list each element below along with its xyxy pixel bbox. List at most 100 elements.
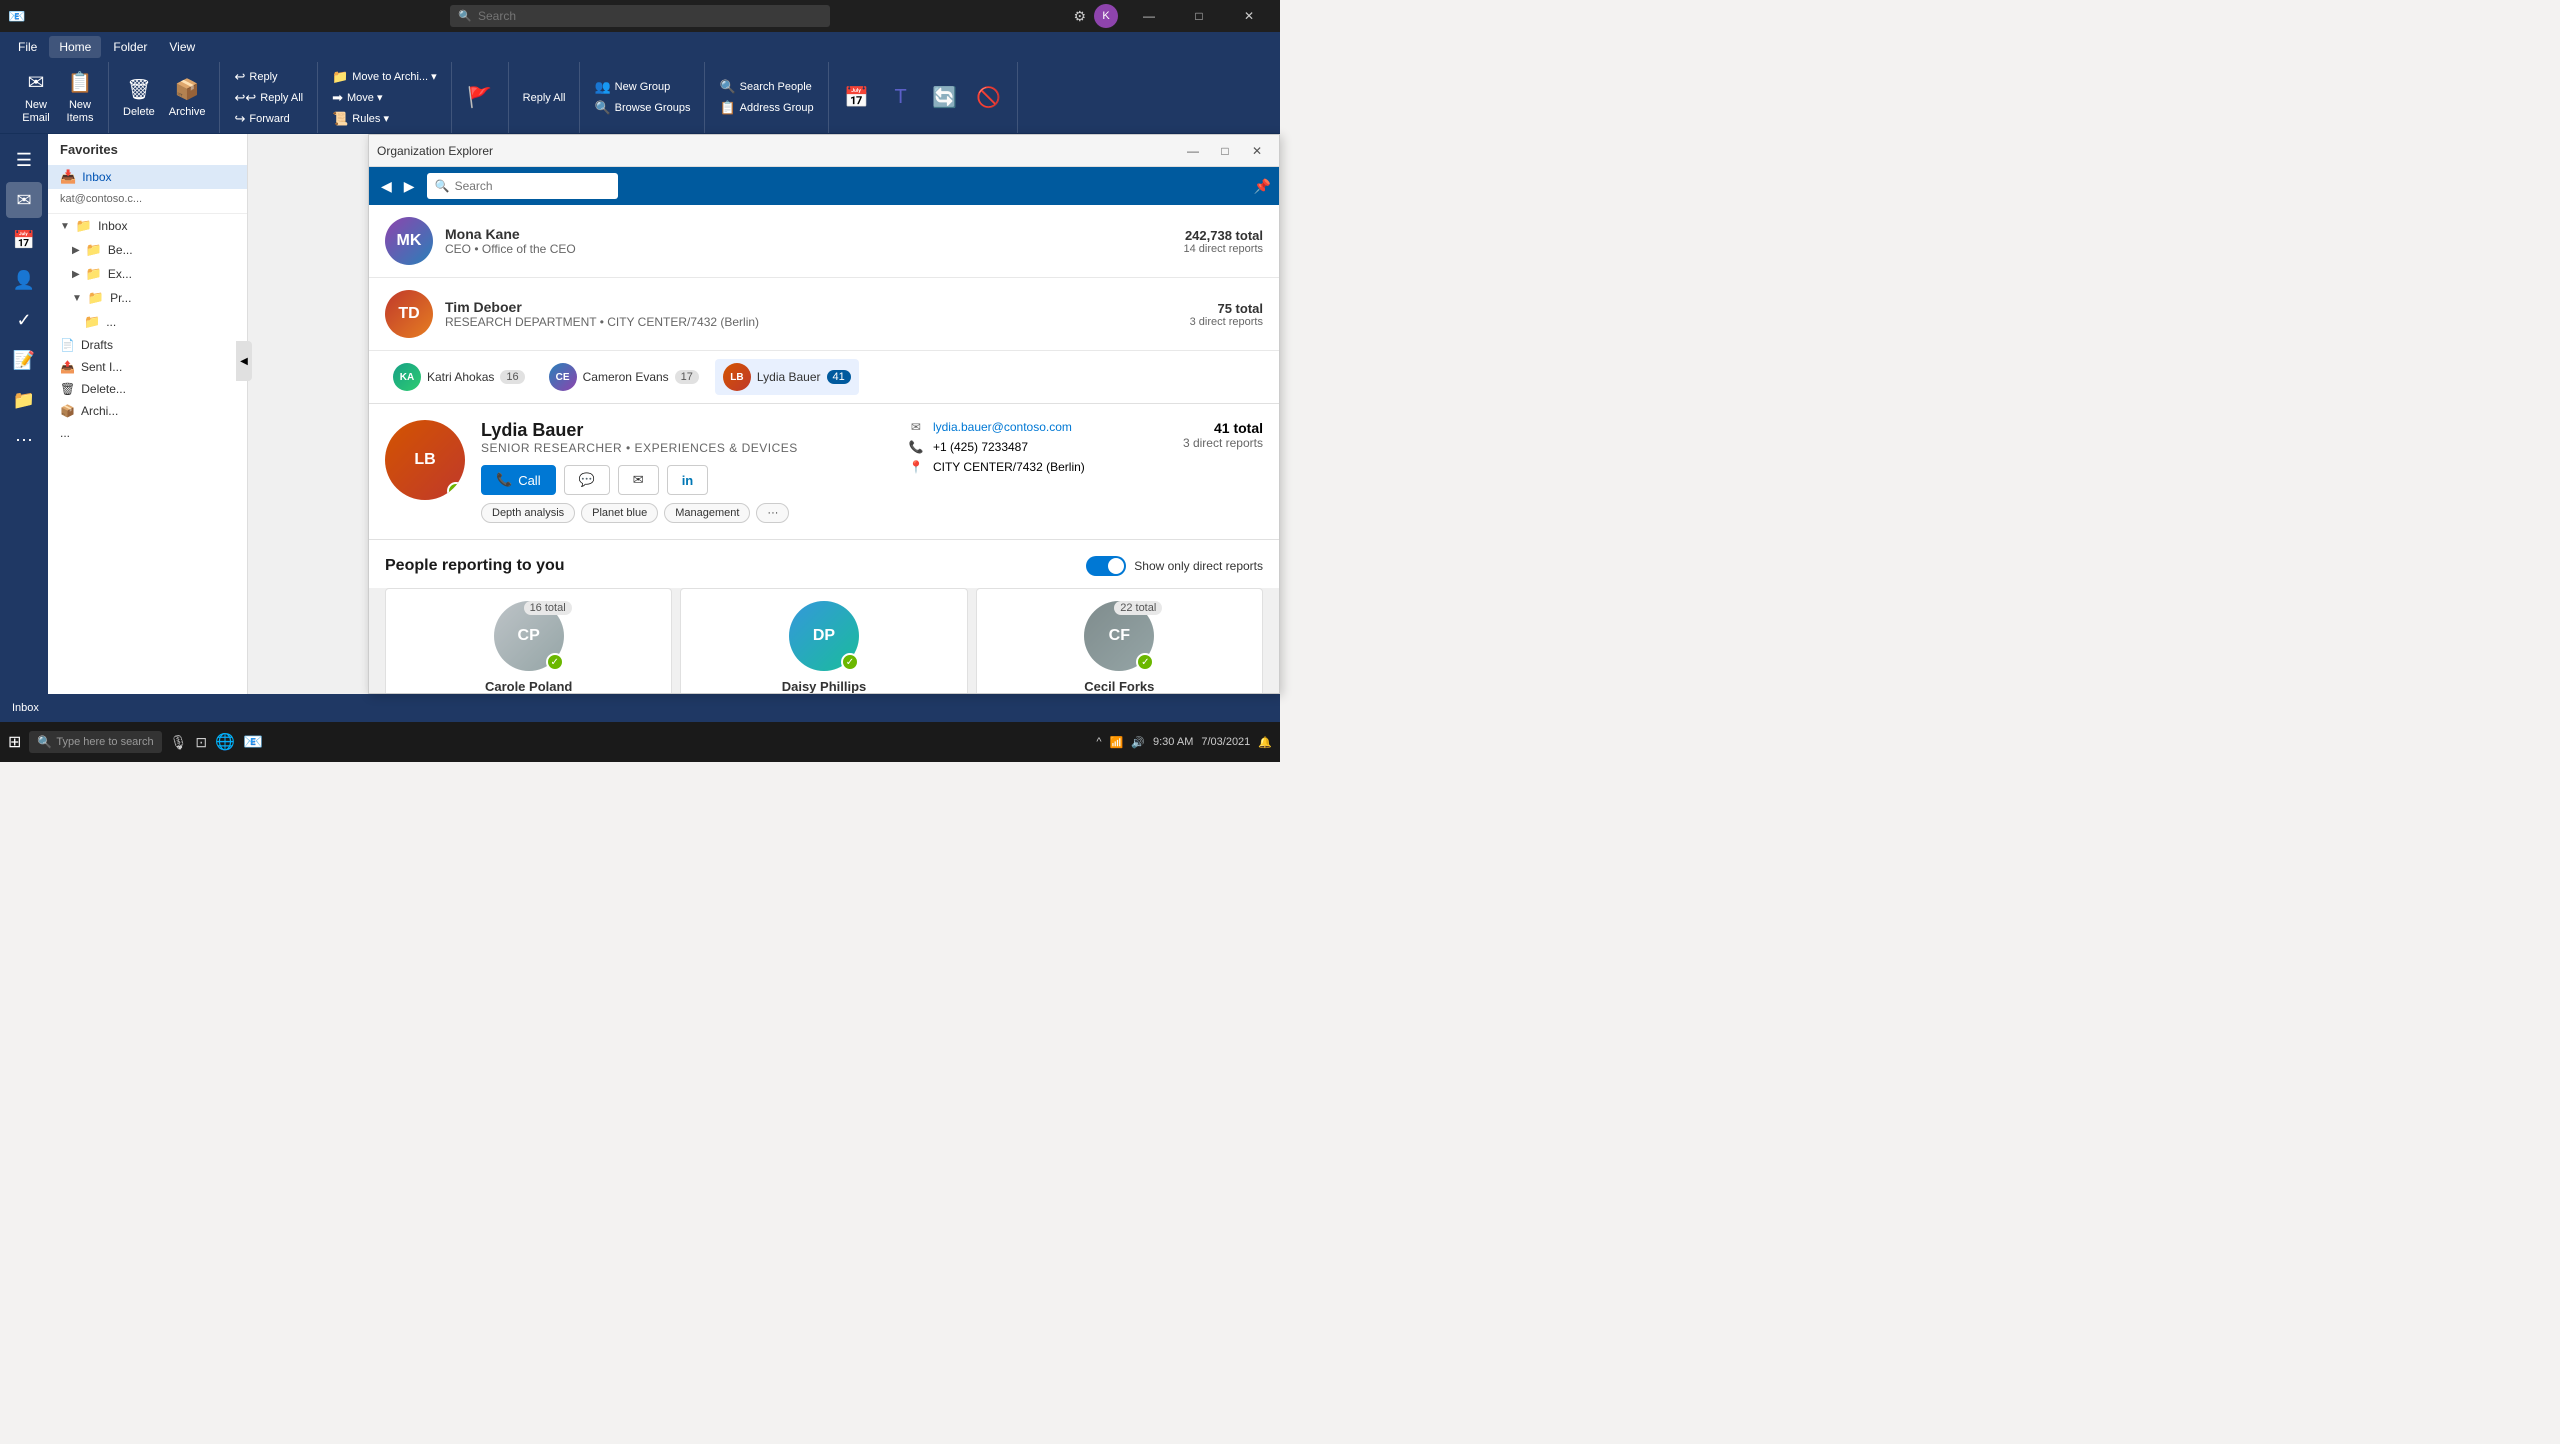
nav-archive[interactable]: 📦 Archi... <box>48 400 247 422</box>
search-taskbar[interactable]: 🔍 Type here to search <box>29 731 161 753</box>
taskbar-notification[interactable]: 🔔 <box>1258 736 1272 749</box>
nav-inbox[interactable]: 📥 Inbox <box>48 165 247 189</box>
browse-groups-button[interactable]: 🔍 Browse Groups <box>588 98 696 118</box>
org-maximize-button[interactable]: □ <box>1211 140 1239 162</box>
report-card-cecil[interactable]: CF ✓ 22 total Cecil Forks PRINCIPAL RESE… <box>976 588 1263 693</box>
move-archive-button[interactable]: 📁 Move to Archi... ▾ <box>326 67 443 87</box>
main-layout: ☰ ✉ 📅 👤 ✓ 📝 📁 ⋯ Favorites 📥 Inbox kat@co… <box>0 134 1280 694</box>
inbox-icon: 📥 <box>60 169 76 185</box>
more-icon: ... <box>60 426 70 440</box>
nav-collapse-button[interactable]: ◀ <box>236 341 252 381</box>
archive-button[interactable]: 📦 Archive <box>163 73 212 122</box>
new-email-button[interactable]: ✉ New Email <box>16 66 56 129</box>
menu-file[interactable]: File <box>8 36 47 58</box>
nav-inbox-tree[interactable]: ▼ 📁 Inbox <box>48 214 247 238</box>
user-avatar-titlebar[interactable]: K <box>1094 4 1118 28</box>
direct-reports-toggle[interactable] <box>1086 556 1126 576</box>
tag-planet-blue[interactable]: Planet blue <box>581 503 658 523</box>
delete-button[interactable]: 🗑 Delete <box>117 73 161 122</box>
taskbar-edge-icon[interactable]: 🌐 <box>215 732 235 752</box>
nav-subfolder-be[interactable]: ▶ 📁 Be... <box>48 238 247 262</box>
daisy-status: ✓ <box>841 653 859 671</box>
taskbar-chevron-icon[interactable]: ^ <box>1096 736 1101 748</box>
org-search-input[interactable] <box>427 173 618 199</box>
new-group-button[interactable]: 👥 New Group <box>588 77 696 97</box>
chat-button[interactable]: 💬 <box>564 465 610 495</box>
taskbar-time: 9:30 AM <box>1153 736 1193 748</box>
sent-icon: 📤 <box>60 360 75 374</box>
org-minimize-button[interactable]: — <box>1179 140 1207 162</box>
block-icon-btn[interactable]: 🚫 <box>969 81 1009 114</box>
nav-header: Favorites <box>48 134 247 165</box>
sidebar-folder[interactable]: 📁 <box>6 382 42 418</box>
taskbar-task-view[interactable]: ⊡ <box>195 734 207 751</box>
contact-email-link[interactable]: lydia.bauer@contoso.com <box>933 420 1072 434</box>
maximize-button[interactable]: □ <box>1176 0 1222 32</box>
breadcrumb-lydia[interactable]: LB Lydia Bauer 41 <box>715 359 859 395</box>
search-people-button[interactable]: 🔍 Search People <box>713 77 819 97</box>
org-pin-icon[interactable]: 📌 <box>1254 178 1271 195</box>
tag-more[interactable]: ··· <box>756 503 789 523</box>
windows-icon[interactable]: ⊞ <box>8 732 21 752</box>
location-icon: 📍 <box>907 460 925 474</box>
forward-button[interactable]: ↪ Forward <box>228 109 309 129</box>
new-items-button[interactable]: 📋 New Items <box>60 66 100 129</box>
calendar-icon-btn[interactable]: 📅 <box>837 81 877 114</box>
nav-be-label: Be... <box>108 243 133 257</box>
menu-home[interactable]: Home <box>49 36 101 58</box>
sidebar-tasks[interactable]: ✓ <box>6 302 42 338</box>
ceo-reports: 14 direct reports <box>1184 243 1263 255</box>
email-button[interactable]: ✉ <box>618 465 659 495</box>
search-input-titlebar[interactable] <box>450 5 830 27</box>
call-button[interactable]: 📞 Call <box>481 465 556 495</box>
manager-row[interactable]: TD Tim Deboer RESEARCH DEPARTMENT • CITY… <box>369 278 1279 351</box>
nav-subfolder-ex[interactable]: ▶ 📁 Ex... <box>48 262 247 286</box>
tag-depth-analysis[interactable]: Depth analysis <box>481 503 575 523</box>
reply-all-button2[interactable]: Reply All <box>517 90 572 106</box>
close-button[interactable]: ✕ <box>1226 0 1272 32</box>
person-stat-reports: 3 direct reports <box>1183 436 1263 450</box>
org-back-button[interactable]: ◀ <box>377 176 396 197</box>
sidebar-more[interactable]: ⋯ <box>6 422 42 458</box>
sidebar-notes[interactable]: 📝 <box>6 342 42 378</box>
nav-drafts[interactable]: 📄 Drafts <box>48 334 247 356</box>
move-button[interactable]: ➡ Move ▾ <box>326 88 443 108</box>
sidebar-toggle[interactable]: ☰ <box>6 142 42 178</box>
circle-icon-btn[interactable]: 🔄 <box>925 81 965 114</box>
reply-all-button[interactable]: ↩↩ Reply All <box>228 88 309 108</box>
nav-subfolder-inner[interactable]: 📁 ... <box>48 310 247 334</box>
taskbar-right: ^ 📶 🔊 9:30 AM 7/03/2021 🔔 <box>1096 736 1272 749</box>
menu-folder[interactable]: Folder <box>103 36 157 58</box>
org-forward-button[interactable]: ▶ <box>400 176 419 197</box>
folder-icon: 📁 <box>76 218 92 234</box>
breadcrumb-katri[interactable]: KA Katri Ahokas 16 <box>385 359 533 395</box>
breadcrumb-cameron[interactable]: CE Cameron Evans 17 <box>541 359 707 395</box>
reply-button[interactable]: ↩ Reply <box>228 67 309 87</box>
sidebar-calendar[interactable]: 📅 <box>6 222 42 258</box>
ceo-row[interactable]: MK Mona Kane CEO • Office of the CEO 242… <box>369 205 1279 278</box>
ribbon-group-reply: ↩ Reply ↩↩ Reply All ↪ Forward <box>220 62 318 133</box>
flag-button[interactable]: 🚩 <box>460 81 500 114</box>
report-card-carole[interactable]: CP ✓ 16 total Carole Poland PRINCIPAL GR… <box>385 588 672 693</box>
taskbar-mic-icon[interactable]: 🎙 <box>170 734 188 751</box>
org-close-button[interactable]: ✕ <box>1243 140 1271 162</box>
nav-deleted[interactable]: 🗑 Delete... <box>48 378 247 400</box>
taskbar-volume-icon: 🔊 <box>1131 736 1145 749</box>
nav-subfolder-pr[interactable]: ▼ 📁 Pr... <box>48 286 247 310</box>
rules-button[interactable]: 📜 Rules ▾ <box>326 109 443 129</box>
nav-more[interactable]: ... <box>48 422 247 444</box>
minimize-button[interactable]: — <box>1126 0 1172 32</box>
rules-icon: 📜 <box>332 111 348 127</box>
sidebar-people[interactable]: 👤 <box>6 262 42 298</box>
teams-icon-btn[interactable]: T <box>881 82 921 113</box>
nav-sent[interactable]: 📤 Sent I... <box>48 356 247 378</box>
drafts-icon: 📄 <box>60 338 75 352</box>
menu-view[interactable]: View <box>159 36 205 58</box>
settings-icon[interactable]: ⚙ <box>1073 8 1086 25</box>
linkedin-button[interactable]: in <box>667 465 709 495</box>
sidebar-mail[interactable]: ✉ <box>6 182 42 218</box>
address-group-button[interactable]: 📋 Address Group <box>713 98 819 118</box>
report-card-daisy[interactable]: DP ✓ Daisy Phillips PRINCIPAL PM EXPERIE… <box>680 588 967 693</box>
taskbar-outlook-icon[interactable]: 📧 <box>243 732 263 752</box>
tag-management[interactable]: Management <box>664 503 750 523</box>
